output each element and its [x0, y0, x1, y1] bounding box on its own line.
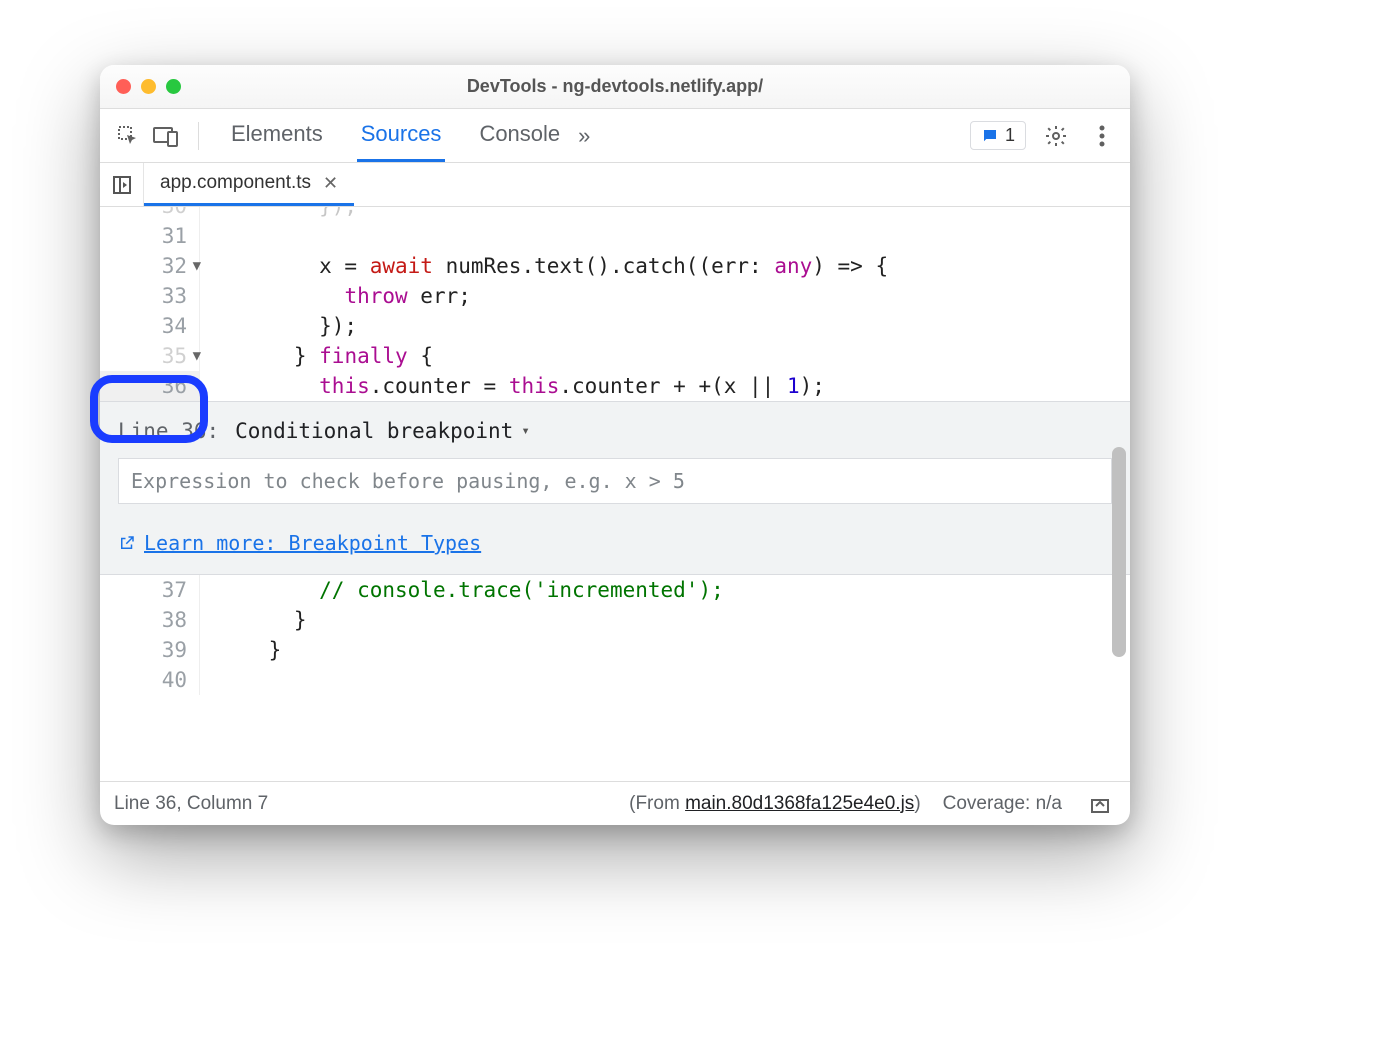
code-text: x = await numRes.text().catch((err: any)… — [200, 251, 888, 281]
coverage-status: Coverage: n/a — [943, 793, 1062, 815]
code-text: }); — [200, 207, 357, 221]
devtools-window: DevTools - ng-devtools.netlify.app/ Elem… — [100, 65, 1130, 825]
close-window-button[interactable] — [116, 79, 131, 94]
code-text: }); — [200, 311, 357, 341]
line-number[interactable]: 32▼ — [100, 251, 200, 281]
settings-icon[interactable] — [1040, 120, 1072, 152]
code-text: // console.trace('incremented'); — [200, 575, 724, 605]
external-link-icon — [118, 534, 136, 552]
fold-toggle-icon[interactable]: ▼ — [193, 341, 201, 371]
learn-more-link[interactable]: Learn more: Breakpoint Types — [118, 528, 481, 558]
code-text — [200, 221, 218, 251]
code-line[interactable]: 40 — [100, 665, 1130, 695]
line-number[interactable]: 30 — [100, 207, 200, 221]
line-number[interactable]: 35▼ — [100, 341, 200, 371]
line-number[interactable]: 34 — [100, 311, 200, 341]
window-controls — [116, 79, 181, 94]
code-line[interactable]: 31 — [100, 221, 1130, 251]
inspect-element-icon[interactable] — [112, 120, 144, 152]
maximize-window-button[interactable] — [166, 79, 181, 94]
tab-sources[interactable]: Sources — [357, 109, 446, 162]
close-tab-icon[interactable]: ✕ — [323, 173, 338, 194]
code-text — [200, 665, 218, 695]
code-line[interactable]: 30 }); — [100, 207, 1130, 221]
tab-console[interactable]: Console — [475, 109, 564, 162]
line-number[interactable]: 39 — [100, 635, 200, 665]
line-number[interactable]: 33 — [100, 281, 200, 311]
code-text: } — [200, 605, 307, 635]
code-line[interactable]: 34 }); — [100, 311, 1130, 341]
code-line[interactable]: 32▼ x = await numRes.text().catch((err: … — [100, 251, 1130, 281]
minimize-window-button[interactable] — [141, 79, 156, 94]
line-number[interactable]: 36 — [100, 371, 200, 401]
coverage-panel-icon[interactable] — [1084, 788, 1116, 820]
tab-elements[interactable]: Elements — [227, 109, 327, 162]
issues-badge[interactable]: 1 — [970, 121, 1026, 150]
source-mapped-from: (From main.80d1368fa125e4e0.js) — [629, 793, 921, 815]
fold-toggle-icon[interactable]: ▼ — [193, 251, 201, 281]
line-number[interactable]: 40 — [100, 665, 200, 695]
editor-area: 30 });3132▼ x = await numRes.text().catc… — [100, 207, 1130, 781]
code-text: } — [200, 635, 281, 665]
code-line[interactable]: 38 } — [100, 605, 1130, 635]
code-text: } finally { — [200, 341, 433, 371]
device-toolbar-icon[interactable] — [150, 120, 182, 152]
file-tab-label: app.component.ts — [160, 172, 311, 194]
titlebar: DevTools - ng-devtools.netlify.app/ — [100, 65, 1130, 109]
editor-tabs: app.component.ts ✕ — [100, 163, 1130, 207]
devtools-toolbar: Elements Sources Console » 1 — [100, 109, 1130, 163]
toolbar-separator — [198, 122, 199, 150]
scrollbar-thumb[interactable] — [1112, 447, 1126, 657]
source-map-link[interactable]: main.80d1368fa125e4e0.js — [685, 793, 914, 814]
code-text: this.counter = this.counter + +(x || 1); — [200, 371, 825, 401]
more-tabs-button[interactable]: » — [578, 123, 590, 149]
code-line[interactable]: 37 // console.trace('incremented'); — [100, 575, 1130, 605]
navigator-toggle-icon[interactable] — [100, 163, 144, 206]
line-number[interactable]: 37 — [100, 575, 200, 605]
cursor-position: Line 36, Column 7 — [114, 793, 268, 815]
code-line[interactable]: 35▼ } finally { — [100, 341, 1130, 371]
window-title: DevTools - ng-devtools.netlify.app/ — [100, 76, 1130, 97]
breakpoint-line-label: Line 36: — [118, 416, 219, 446]
file-tab-app-component[interactable]: app.component.ts ✕ — [144, 163, 354, 206]
panel-tabs: Elements Sources Console — [227, 109, 564, 162]
issues-count: 1 — [1005, 125, 1015, 146]
statusbar: Line 36, Column 7 (From main.80d1368fa12… — [100, 781, 1130, 825]
code-line[interactable]: 33 throw err; — [100, 281, 1130, 311]
code-line[interactable]: 39 } — [100, 635, 1130, 665]
kebab-menu-icon[interactable] — [1086, 120, 1118, 152]
line-number[interactable]: 38 — [100, 605, 200, 635]
breakpoint-condition-input[interactable] — [118, 458, 1112, 504]
line-number[interactable]: 31 — [100, 221, 200, 251]
breakpoint-type-dropdown[interactable]: Conditional breakpoint — [235, 416, 530, 446]
code-text: throw err; — [200, 281, 471, 311]
message-icon — [981, 127, 999, 145]
code-line[interactable]: 36 this.counter = this.counter + +(x || … — [100, 371, 1130, 401]
code-editor[interactable]: 30 });3132▼ x = await numRes.text().catc… — [100, 207, 1130, 781]
breakpoint-editor-panel: Line 36: Conditional breakpoint Learn mo… — [100, 401, 1130, 575]
